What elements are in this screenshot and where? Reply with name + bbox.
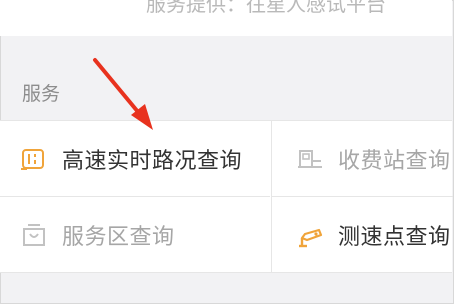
header-strip: 服务提供：往星人感试平台 — [0, 0, 452, 36]
service-area-icon — [23, 223, 45, 246]
service-label: 收费站查询 — [338, 148, 451, 174]
service-traffic-query[interactable]: 高速实时路况查询 — [0, 121, 270, 197]
services-grid: 高速实时路况查询 收费站查询 服务区查询 测速点查询 — [0, 120, 453, 273]
section-title: 服务 — [22, 83, 61, 105]
toll-station-icon — [298, 149, 322, 168]
service-label: 服务区查询 — [62, 224, 175, 250]
service-label: 高速实时路况查询 — [62, 148, 243, 174]
service-service-area-query[interactable]: 服务区查询 — [0, 197, 270, 272]
provider-text: 服务提供：往星人感试平台 — [146, 0, 386, 16]
service-label: 测速点查询 — [338, 224, 451, 250]
service-toll-station-query[interactable]: 收费站查询 — [271, 121, 453, 197]
service-speed-camera-query[interactable]: 测速点查询 — [271, 197, 453, 272]
speed-camera-icon — [299, 228, 323, 247]
road-traffic-icon — [21, 148, 44, 170]
